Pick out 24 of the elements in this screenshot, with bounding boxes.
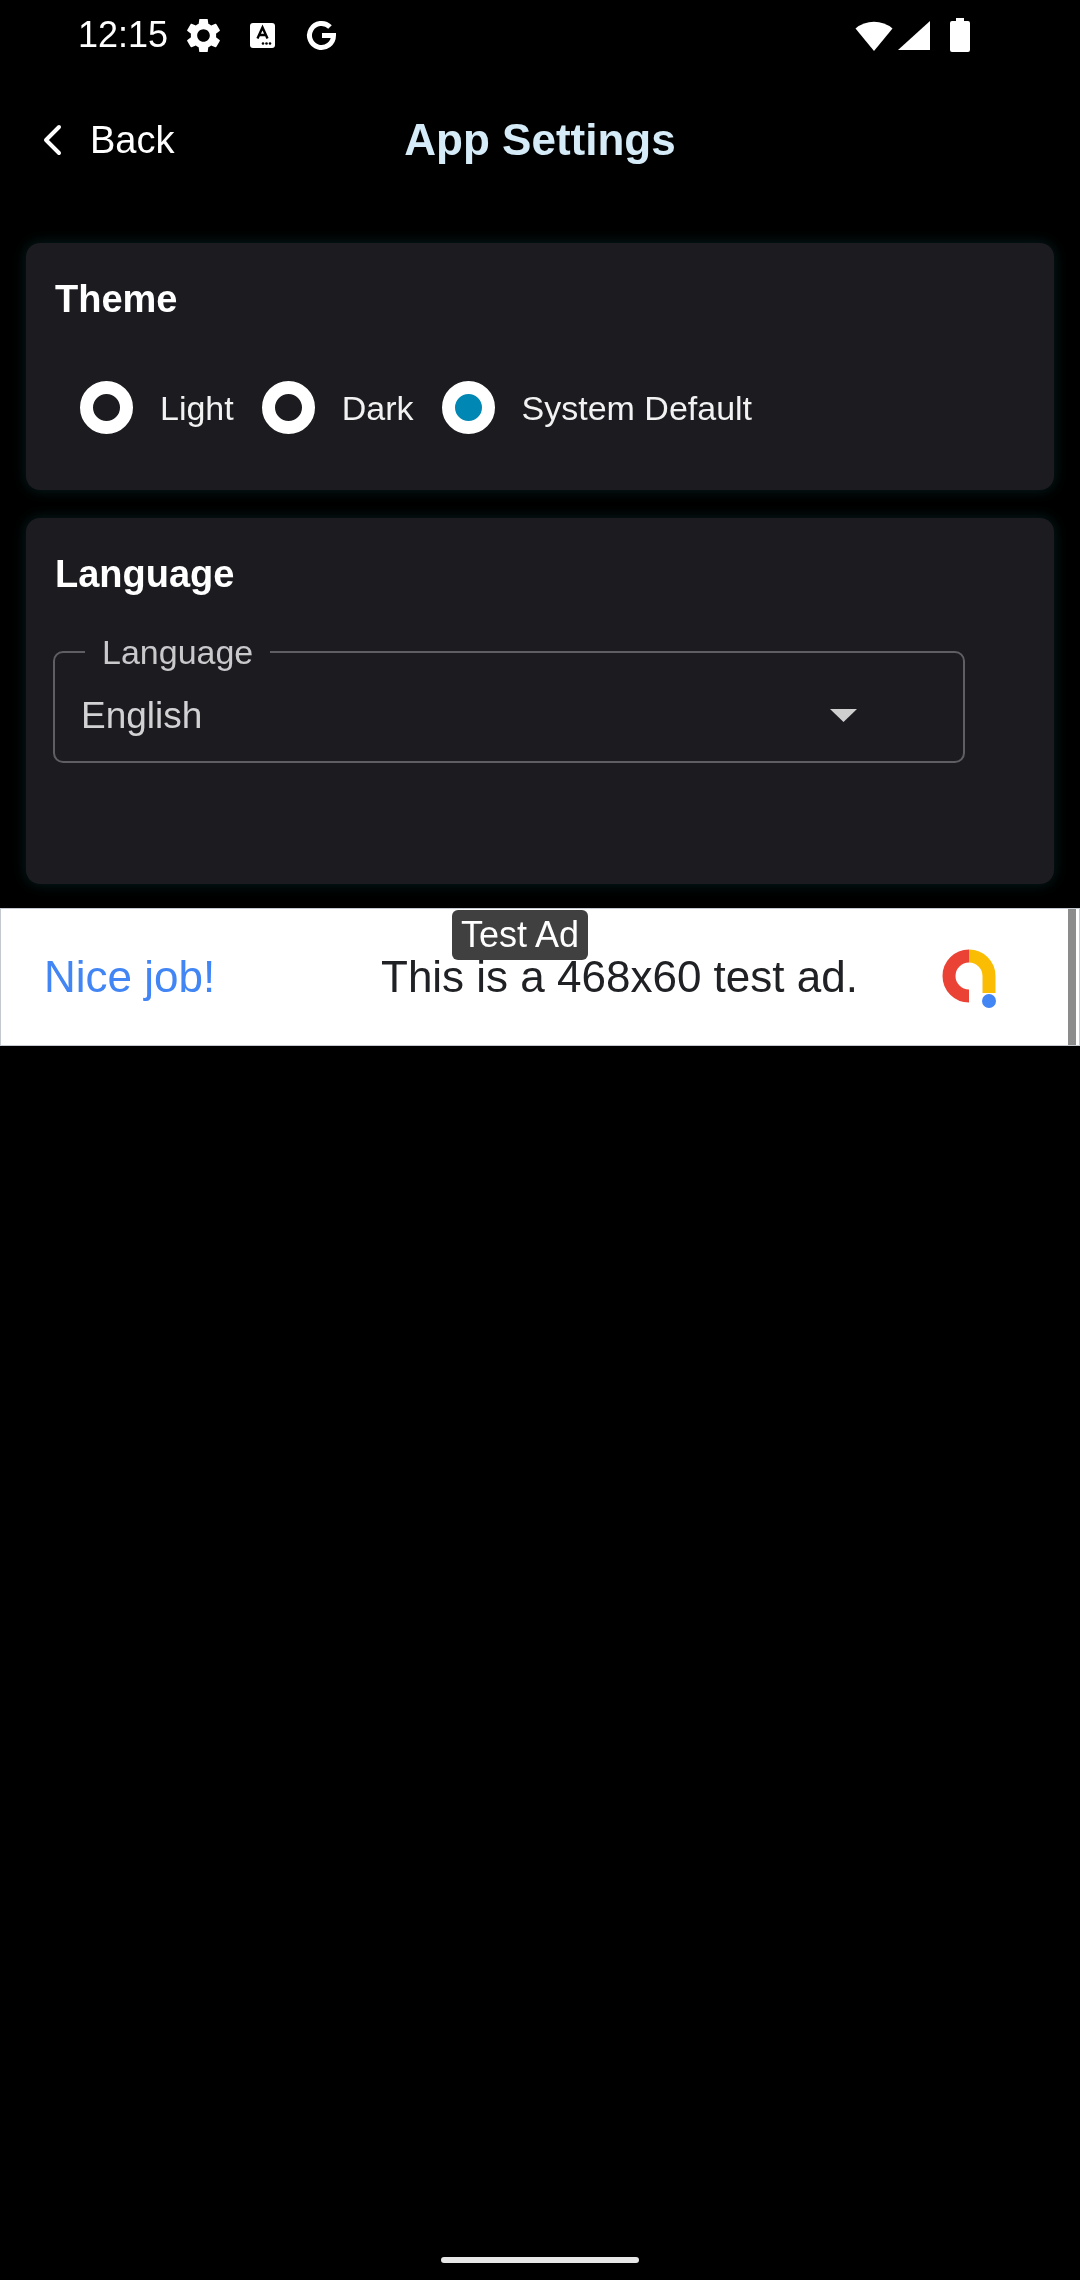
ad-badge: Test Ad xyxy=(452,910,589,960)
g-letter-icon xyxy=(305,18,339,52)
radio-button[interactable] xyxy=(80,381,133,434)
status-time: 12:15 xyxy=(78,15,169,55)
battery-icon xyxy=(950,18,970,52)
radio-button[interactable] xyxy=(261,381,315,434)
page-title: App Settings xyxy=(404,114,676,166)
radio-label[interactable]: System Default xyxy=(521,387,753,428)
radio-button[interactable] xyxy=(441,381,495,434)
tile-icon xyxy=(250,22,276,48)
signal-icon xyxy=(898,20,930,50)
wifi-icon xyxy=(855,19,893,51)
dropdown-value: English xyxy=(81,693,203,738)
radio-label[interactable]: Dark xyxy=(341,387,414,428)
back-chevron-icon xyxy=(42,124,62,156)
section-title: Language xyxy=(55,554,235,594)
dropdown-caret-icon xyxy=(830,709,857,722)
section-title: Theme xyxy=(55,279,178,319)
gear-icon xyxy=(187,18,221,52)
radio-label[interactable]: Light xyxy=(160,387,234,428)
ad-banner[interactable]: Nice job! This is a 468x60 test ad. Test Ad xyxy=(0,908,1080,1046)
ad-headline: Nice job! xyxy=(44,951,216,1003)
back-button[interactable]: Back xyxy=(42,118,175,162)
field-label: Language xyxy=(101,634,255,670)
